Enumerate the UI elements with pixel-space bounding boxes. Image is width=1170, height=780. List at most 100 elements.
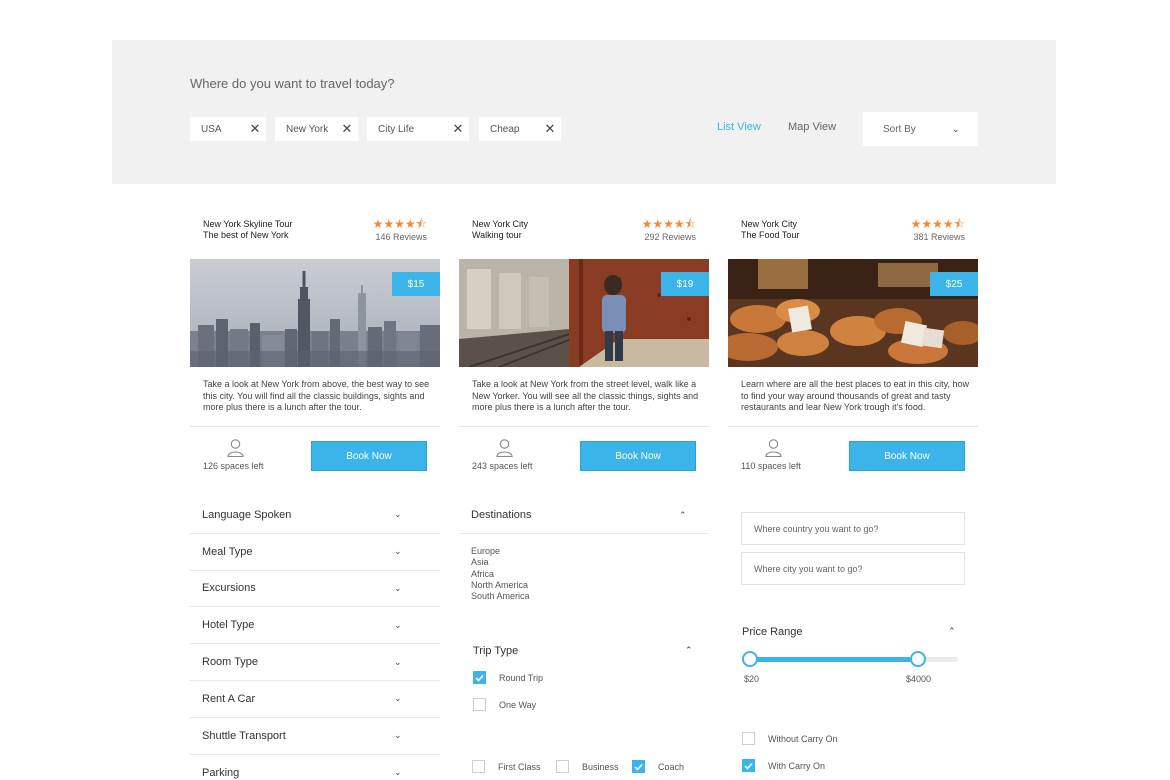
sort-select[interactable]: Sort By ⌄ (863, 112, 978, 146)
chevron-down-icon: ⌄ (952, 123, 960, 134)
close-icon[interactable]: ✕ (447, 121, 469, 137)
destinations-title: Destinations (471, 509, 532, 521)
class-coach[interactable]: Coach (632, 760, 684, 773)
price-min-label: $20 (744, 674, 760, 684)
chip-usa[interactable]: USA ✕ (190, 117, 266, 141)
price-badge: $25 (930, 272, 978, 296)
list-view-toggle[interactable]: List View (717, 121, 761, 133)
option-label: Round Trip (499, 672, 544, 683)
filter-room-type[interactable]: Room Type ⌄ (190, 644, 440, 681)
checkbox[interactable] (742, 732, 755, 745)
price-range-header[interactable]: Price Range ⌃ (742, 626, 960, 638)
tour-title: New York Skyline Tour The best of New Yo… (203, 219, 292, 241)
close-icon[interactable]: ✕ (244, 121, 266, 137)
filter-label: Meal Type (202, 545, 253, 558)
city-input[interactable] (741, 552, 965, 585)
destination-item[interactable]: South America (471, 591, 530, 602)
chevron-down-icon: ⌄ (394, 582, 402, 593)
filter-rent-a-car[interactable]: Rent A Car ⌄ (190, 681, 440, 718)
chip-new-york[interactable]: New York ✕ (275, 117, 358, 141)
price-badge: $19 (661, 272, 709, 296)
country-input[interactable] (741, 512, 965, 545)
spaces-left: 243 spaces left (472, 461, 533, 471)
chevron-down-icon: ⌄ (394, 730, 402, 741)
tour-subtitle-line: The Food Tour (741, 230, 800, 240)
filter-label: Language Spoken (202, 508, 292, 521)
book-now-button[interactable]: Book Now (311, 441, 427, 471)
filter-label: Excursions (202, 582, 256, 595)
chevron-up-icon: ⌃ (679, 509, 687, 520)
filter-label: Rent A Car (202, 692, 256, 705)
tour-description: Take a look at New York from above, the … (203, 379, 430, 412)
tour-title: New York City The Food Tour (741, 219, 799, 241)
option-without-carry-on[interactable]: Without Carry On (742, 732, 838, 745)
chevron-down-icon: ⌄ (394, 546, 402, 557)
filter-excursions[interactable]: Excursions ⌄ (190, 571, 440, 608)
tour-subtitle-line: Walking tour (472, 230, 522, 240)
class-business[interactable]: Business (556, 760, 619, 773)
chip-label: USA (201, 123, 222, 135)
destinations-list: Europe Asia Africa North America South A… (471, 546, 530, 602)
chevron-up-icon: ⌃ (948, 626, 956, 636)
checkbox[interactable] (632, 760, 645, 773)
pastry-photo[interactable]: $25 (728, 259, 978, 367)
filter-shuttle-transport[interactable]: Shuttle Transport ⌄ (190, 718, 440, 755)
tour-card: New York City The Food Tour ★★★★⯪ 381 Re… (728, 210, 978, 480)
skyline-photo[interactable]: $15 (190, 259, 440, 367)
class-label: First Class (498, 761, 541, 772)
price-min-handle[interactable] (742, 651, 758, 667)
search-question: Where do you want to travel today? (190, 76, 395, 91)
review-count[interactable]: 292 Reviews (644, 232, 696, 242)
price-range-fill (750, 657, 919, 662)
chip-cheap[interactable]: Cheap ✕ (479, 117, 561, 141)
destinations-header[interactable]: Destinations ⌃ (459, 497, 709, 534)
book-now-button[interactable]: Book Now (580, 441, 696, 471)
price-badge: $15 (392, 272, 440, 296)
chevron-up-icon: ⌃ (685, 645, 693, 655)
check-icon (744, 762, 753, 770)
tour-card: New York Skyline Tour The best of New Yo… (190, 210, 440, 480)
trip-type-title: Trip Type (473, 645, 519, 657)
filter-meal-type[interactable]: Meal Type ⌄ (190, 534, 440, 571)
chevron-down-icon: ⌄ (394, 509, 402, 520)
check-icon (634, 763, 643, 771)
divider (190, 426, 440, 427)
review-count[interactable]: 146 Reviews (375, 232, 427, 242)
filter-hotel-type[interactable]: Hotel Type ⌄ (190, 607, 440, 645)
option-one-way[interactable]: One Way (473, 698, 536, 711)
option-with-carry-on[interactable]: With Carry On (742, 759, 825, 772)
class-label: Coach (658, 761, 685, 772)
destination-item[interactable]: North America (471, 580, 530, 591)
destination-item[interactable]: Europe (471, 546, 530, 557)
check-icon (475, 674, 484, 682)
tour-description: Take a look at New York from the street … (472, 379, 699, 412)
review-count[interactable]: 381 Reviews (913, 232, 965, 242)
price-max-handle[interactable] (910, 651, 927, 667)
option-round-trip[interactable]: Round Trip (473, 671, 543, 684)
option-label: With Carry On (768, 760, 826, 771)
filter-language-spoken[interactable]: Language Spoken ⌄ (190, 497, 440, 534)
tour-title-line: New York Skyline Tour (203, 219, 293, 229)
destination-item[interactable]: Africa (471, 569, 530, 580)
book-now-button[interactable]: Book Now (849, 441, 965, 471)
subway-photo[interactable]: $19 (459, 259, 709, 367)
checkbox[interactable] (742, 759, 755, 772)
map-view-toggle[interactable]: Map View (788, 121, 836, 133)
chip-city-life[interactable]: City Life ✕ (367, 117, 469, 141)
search-panel: Where do you want to travel today? USA ✕… (112, 40, 1056, 184)
tour-title-line: New York City (741, 219, 798, 229)
class-first-class[interactable]: First Class (472, 760, 541, 773)
chevron-down-icon: ⌄ (394, 693, 402, 704)
price-range-slider[interactable] (742, 651, 958, 667)
close-icon[interactable]: ✕ (336, 121, 358, 137)
checkbox[interactable] (473, 698, 486, 711)
tour-title: New York City Walking tour (472, 219, 528, 241)
filter-parking[interactable]: Parking ⌄ (190, 755, 440, 780)
checkbox[interactable] (472, 760, 485, 773)
checkbox[interactable] (556, 760, 569, 773)
checkbox[interactable] (473, 671, 486, 684)
trip-type-header[interactable]: Trip Type ⌃ (473, 645, 697, 657)
close-icon[interactable]: ✕ (539, 121, 561, 137)
divider (728, 426, 978, 427)
destination-item[interactable]: Asia (471, 557, 530, 568)
